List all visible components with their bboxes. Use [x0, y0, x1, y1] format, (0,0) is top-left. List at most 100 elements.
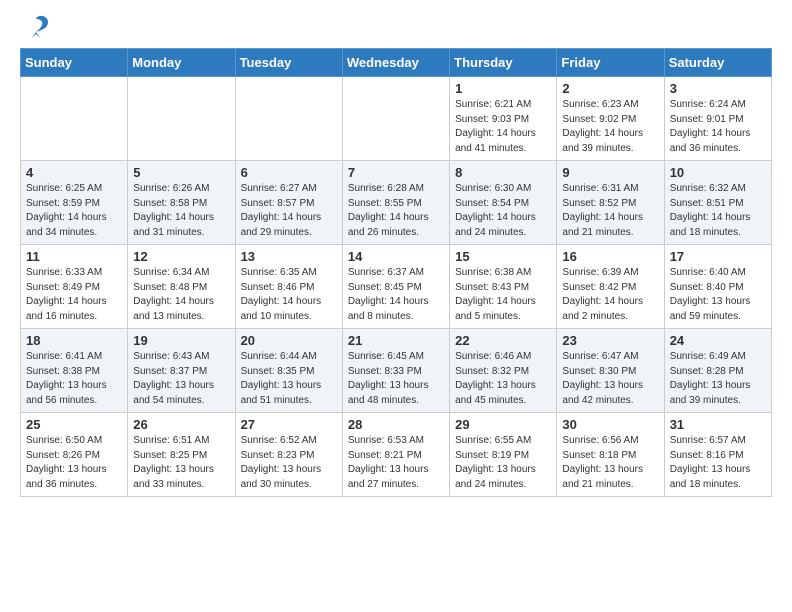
calendar-cell	[235, 77, 342, 161]
day-info: Sunrise: 6:31 AM Sunset: 8:52 PM Dayligh…	[562, 182, 658, 240]
calendar-cell: 22Sunrise: 6:46 AM Sunset: 8:32 PM Dayli…	[450, 329, 557, 413]
weekday-header: Thursday	[450, 49, 557, 77]
day-info: Sunrise: 6:35 AM Sunset: 8:46 PM Dayligh…	[241, 266, 337, 324]
calendar-table: SundayMondayTuesdayWednesdayThursdayFrid…	[20, 48, 772, 497]
page: SundayMondayTuesdayWednesdayThursdayFrid…	[0, 0, 792, 513]
day-number: 9	[562, 165, 658, 180]
day-number: 21	[348, 333, 444, 348]
day-info: Sunrise: 6:43 AM Sunset: 8:37 PM Dayligh…	[133, 350, 229, 408]
day-info: Sunrise: 6:26 AM Sunset: 8:58 PM Dayligh…	[133, 182, 229, 240]
calendar-cell: 15Sunrise: 6:38 AM Sunset: 8:43 PM Dayli…	[450, 245, 557, 329]
day-number: 10	[670, 165, 766, 180]
weekday-header: Tuesday	[235, 49, 342, 77]
day-number: 16	[562, 249, 658, 264]
day-number: 4	[26, 165, 122, 180]
day-info: Sunrise: 6:47 AM Sunset: 8:30 PM Dayligh…	[562, 350, 658, 408]
calendar-cell	[128, 77, 235, 161]
calendar-cell: 16 Sunrise: 6:39 AM Sunset: 8:42 PM Dayli…	[557, 245, 664, 329]
calendar-cell: 29 Sunrise: 6:55 AM Sunset: 8:19 PM Dayli…	[450, 413, 557, 497]
calendar-cell: 26Sunrise: 6:51 AM Sunset: 8:25 PM Dayli…	[128, 413, 235, 497]
day-info: Sunrise: 6:23 AM Sunset: 9:02 PM Dayligh…	[562, 98, 658, 156]
day-info: Sunrise: 6:30 AM Sunset: 8:54 PM Dayligh…	[455, 182, 551, 240]
weekday-header: Friday	[557, 49, 664, 77]
day-number: 24	[670, 333, 766, 348]
calendar-cell: 13 Sunrise: 6:35 AM Sunset: 8:46 PM Dayli…	[235, 245, 342, 329]
day-info: Sunrise: 6:51 AM Sunset: 8:25 PM Dayligh…	[133, 434, 229, 492]
calendar-cell: 24 Sunrise: 6:49 AM Sunset: 8:28 PM Dayli…	[664, 329, 771, 413]
day-number: 28	[348, 417, 444, 432]
day-info: Sunrise: 6:53 AM Sunset: 8:21 PM Dayligh…	[348, 434, 444, 492]
day-number: 3	[670, 81, 766, 96]
day-number: 23	[562, 333, 658, 348]
day-number: 27	[241, 417, 337, 432]
day-number: 12	[133, 249, 229, 264]
day-info: Sunrise: 6:34 AM Sunset: 8:48 PM Dayligh…	[133, 266, 229, 324]
day-info: Sunrise: 6:56 AM Sunset: 8:18 PM Dayligh…	[562, 434, 658, 492]
calendar-cell: 8 Sunrise: 6:30 AM Sunset: 8:54 PM Daylig…	[450, 161, 557, 245]
day-number: 2	[562, 81, 658, 96]
logo-bird-icon	[22, 12, 50, 40]
calendar-cell: 1 Sunrise: 6:21 AM Sunset: 9:03 PM Daylig…	[450, 77, 557, 161]
calendar-cell: 10Sunrise: 6:32 AM Sunset: 8:51 PM Dayli…	[664, 161, 771, 245]
day-number: 14	[348, 249, 444, 264]
calendar-week-row: 11Sunrise: 6:33 AM Sunset: 8:49 PM Dayli…	[21, 245, 772, 329]
day-number: 29	[455, 417, 551, 432]
day-info: Sunrise: 6:52 AM Sunset: 8:23 PM Dayligh…	[241, 434, 337, 492]
day-number: 31	[670, 417, 766, 432]
calendar-week-row: 18Sunrise: 6:41 AM Sunset: 8:38 PM Dayli…	[21, 329, 772, 413]
day-number: 5	[133, 165, 229, 180]
day-info: Sunrise: 6:49 AM Sunset: 8:28 PM Dayligh…	[670, 350, 766, 408]
day-info: Sunrise: 6:28 AM Sunset: 8:55 PM Dayligh…	[348, 182, 444, 240]
calendar-cell: 5 Sunrise: 6:26 AM Sunset: 8:58 PM Daylig…	[128, 161, 235, 245]
calendar-cell: 31 Sunrise: 6:57 AM Sunset: 8:16 PM Dayli…	[664, 413, 771, 497]
calendar-cell: 28 Sunrise: 6:53 AM Sunset: 8:21 PM Dayli…	[342, 413, 449, 497]
day-info: Sunrise: 6:27 AM Sunset: 8:57 PM Dayligh…	[241, 182, 337, 240]
day-number: 17	[670, 249, 766, 264]
day-number: 13	[241, 249, 337, 264]
calendar-cell: 21 Sunrise: 6:45 AM Sunset: 8:33 PM Dayli…	[342, 329, 449, 413]
day-number: 1	[455, 81, 551, 96]
day-info: Sunrise: 6:55 AM Sunset: 8:19 PM Dayligh…	[455, 434, 551, 492]
calendar-cell: 4 Sunrise: 6:25 AM Sunset: 8:59 PM Daylig…	[21, 161, 128, 245]
day-number: 18	[26, 333, 122, 348]
day-info: Sunrise: 6:39 AM Sunset: 8:42 PM Dayligh…	[562, 266, 658, 324]
weekday-header: Saturday	[664, 49, 771, 77]
day-info: Sunrise: 6:38 AM Sunset: 8:43 PM Dayligh…	[455, 266, 551, 324]
calendar-cell: 17Sunrise: 6:40 AM Sunset: 8:40 PM Dayli…	[664, 245, 771, 329]
calendar-cell: 12 Sunrise: 6:34 AM Sunset: 8:48 PM Dayli…	[128, 245, 235, 329]
calendar-cell: 27 Sunrise: 6:52 AM Sunset: 8:23 PM Dayli…	[235, 413, 342, 497]
calendar-week-row: 25Sunrise: 6:50 AM Sunset: 8:26 PM Dayli…	[21, 413, 772, 497]
day-number: 8	[455, 165, 551, 180]
weekday-header: Sunday	[21, 49, 128, 77]
day-info: Sunrise: 6:33 AM Sunset: 8:49 PM Dayligh…	[26, 266, 122, 324]
weekday-header: Monday	[128, 49, 235, 77]
day-info: Sunrise: 6:44 AM Sunset: 8:35 PM Dayligh…	[241, 350, 337, 408]
day-number: 20	[241, 333, 337, 348]
calendar-header-row: SundayMondayTuesdayWednesdayThursdayFrid…	[21, 49, 772, 77]
day-info: Sunrise: 6:37 AM Sunset: 8:45 PM Dayligh…	[348, 266, 444, 324]
day-number: 19	[133, 333, 229, 348]
weekday-header: Wednesday	[342, 49, 449, 77]
calendar-cell: 6 Sunrise: 6:27 AM Sunset: 8:57 PM Daylig…	[235, 161, 342, 245]
day-info: Sunrise: 6:57 AM Sunset: 8:16 PM Dayligh…	[670, 434, 766, 492]
day-info: Sunrise: 6:24 AM Sunset: 9:01 PM Dayligh…	[670, 98, 766, 156]
calendar-cell: 19 Sunrise: 6:43 AM Sunset: 8:37 PM Dayli…	[128, 329, 235, 413]
calendar-cell	[342, 77, 449, 161]
day-info: Sunrise: 6:45 AM Sunset: 8:33 PM Dayligh…	[348, 350, 444, 408]
calendar-week-row: 1 Sunrise: 6:21 AM Sunset: 9:03 PM Daylig…	[21, 77, 772, 161]
calendar-cell: 7 Sunrise: 6:28 AM Sunset: 8:55 PM Daylig…	[342, 161, 449, 245]
day-info: Sunrise: 6:46 AM Sunset: 8:32 PM Dayligh…	[455, 350, 551, 408]
day-info: Sunrise: 6:21 AM Sunset: 9:03 PM Dayligh…	[455, 98, 551, 156]
day-number: 25	[26, 417, 122, 432]
day-number: 6	[241, 165, 337, 180]
calendar-cell: 3 Sunrise: 6:24 AM Sunset: 9:01 PM Daylig…	[664, 77, 771, 161]
calendar-week-row: 4 Sunrise: 6:25 AM Sunset: 8:59 PM Daylig…	[21, 161, 772, 245]
calendar-cell: 23 Sunrise: 6:47 AM Sunset: 8:30 PM Dayli…	[557, 329, 664, 413]
calendar-cell	[21, 77, 128, 161]
day-info: Sunrise: 6:25 AM Sunset: 8:59 PM Dayligh…	[26, 182, 122, 240]
day-number: 7	[348, 165, 444, 180]
calendar-cell: 25Sunrise: 6:50 AM Sunset: 8:26 PM Dayli…	[21, 413, 128, 497]
calendar-cell: 9 Sunrise: 6:31 AM Sunset: 8:52 PM Daylig…	[557, 161, 664, 245]
calendar-cell: 30Sunrise: 6:56 AM Sunset: 8:18 PM Dayli…	[557, 413, 664, 497]
logo	[20, 16, 50, 40]
